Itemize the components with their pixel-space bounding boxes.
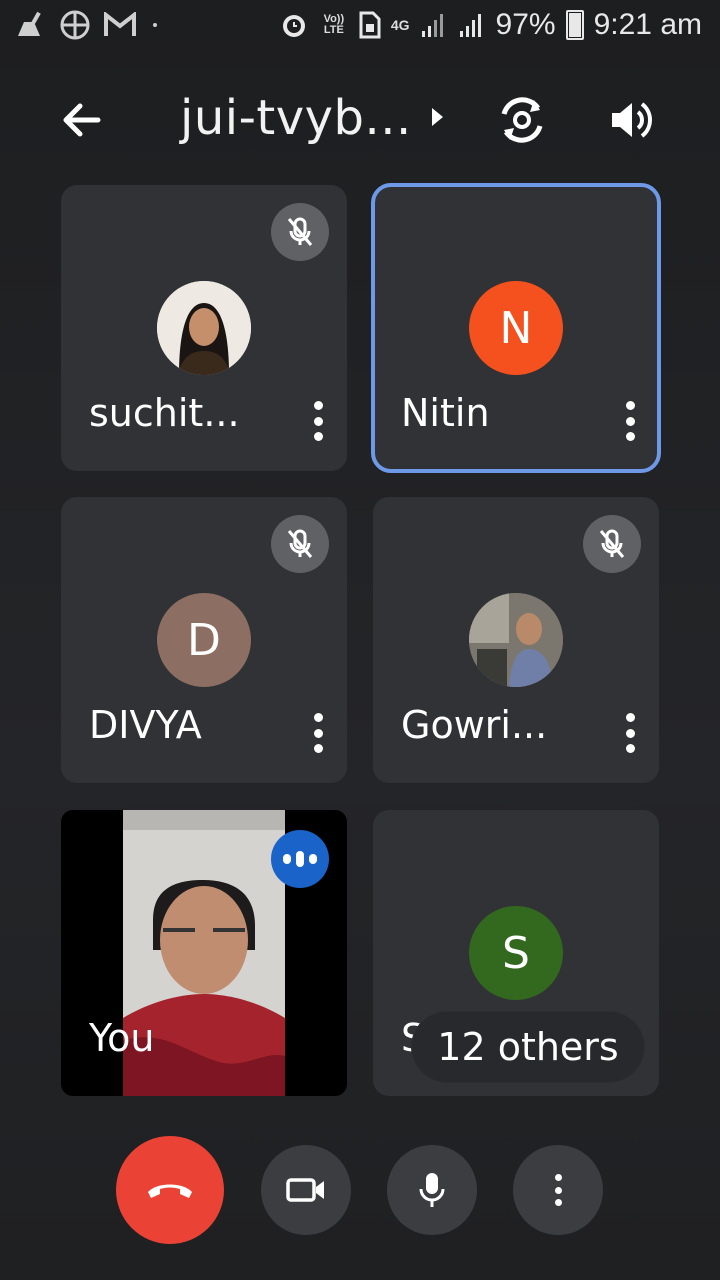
phone-hangup-icon	[148, 1184, 192, 1198]
others-count-button[interactable]: 12 others	[412, 1012, 644, 1082]
camera-toggle-button[interactable]	[261, 1145, 351, 1235]
system-icons: Vo)) LTE 4G 97% 9:21 am	[279, 8, 702, 42]
battery-icon	[565, 10, 584, 40]
battery-percent: 97%	[495, 8, 556, 41]
muted-badge	[583, 515, 641, 573]
more-options-button[interactable]	[619, 713, 641, 753]
participant-name: You	[89, 1016, 155, 1060]
person-photo-icon	[469, 593, 563, 687]
participant-tile[interactable]: D DIVYA	[61, 497, 347, 783]
audio-output-button[interactable]	[604, 94, 656, 146]
notification-icons	[14, 10, 160, 40]
person-photo-icon	[157, 281, 251, 375]
more-vert-icon	[553, 1174, 563, 1206]
cleaner-broom-icon	[18, 11, 41, 36]
back-button[interactable]	[56, 94, 108, 146]
mic-off-icon	[287, 217, 313, 246]
signal-1-icon	[421, 14, 443, 37]
avatar: N	[469, 281, 563, 375]
avatar	[157, 281, 251, 375]
microphone-icon	[419, 1173, 445, 1207]
meeting-title[interactable]: jui-tvyb...	[180, 90, 412, 146]
participant-tile[interactable]: suchit...	[61, 185, 347, 471]
signal-2-icon	[459, 14, 481, 37]
sim-icon	[359, 11, 381, 39]
more-options-button[interactable]	[307, 713, 329, 753]
more-options-button[interactable]	[307, 401, 329, 441]
muted-badge	[271, 203, 329, 261]
volte-indicator: Vo)) LTE	[323, 13, 345, 36]
switch-camera-button[interactable]	[494, 92, 550, 148]
self-video-tile[interactable]: You	[61, 810, 347, 1096]
participant-name: suchit...	[89, 391, 240, 435]
more-options-button[interactable]	[513, 1145, 603, 1235]
arrow-back-icon	[63, 103, 101, 137]
status-bar: Vo)) LTE 4G 97% 9:21 am	[0, 0, 720, 56]
muted-badge	[271, 515, 329, 573]
avatar: D	[157, 593, 251, 687]
clock: 9:21 am	[593, 8, 702, 41]
alarm-icon	[282, 15, 305, 37]
end-call-button[interactable]	[116, 1136, 224, 1244]
volume-icon	[612, 102, 652, 138]
caret-right-icon[interactable]	[432, 108, 443, 126]
switch-camera-icon	[501, 97, 543, 143]
participant-tile[interactable]: Gowri...	[373, 497, 659, 783]
microphone-toggle-button[interactable]	[387, 1145, 477, 1235]
participant-name: Gowri...	[401, 703, 548, 747]
video-camera-icon	[286, 1178, 324, 1202]
avatar: S	[469, 906, 563, 1000]
participant-tile-active[interactable]: N Nitin	[371, 183, 661, 473]
network-type: 4G	[390, 16, 410, 33]
mic-off-icon	[599, 529, 625, 558]
mic-off-icon	[287, 529, 313, 558]
call-header: jui-tvyb...	[0, 80, 720, 160]
speaking-indicator	[271, 830, 329, 888]
participant-name: Nitin	[401, 391, 490, 435]
avatar	[469, 593, 563, 687]
gmail-icon	[104, 12, 136, 36]
participant-name: DIVYA	[89, 703, 202, 747]
dot-icon	[153, 23, 157, 27]
pinwheel-icon	[60, 10, 90, 40]
more-options-button[interactable]	[619, 401, 641, 441]
